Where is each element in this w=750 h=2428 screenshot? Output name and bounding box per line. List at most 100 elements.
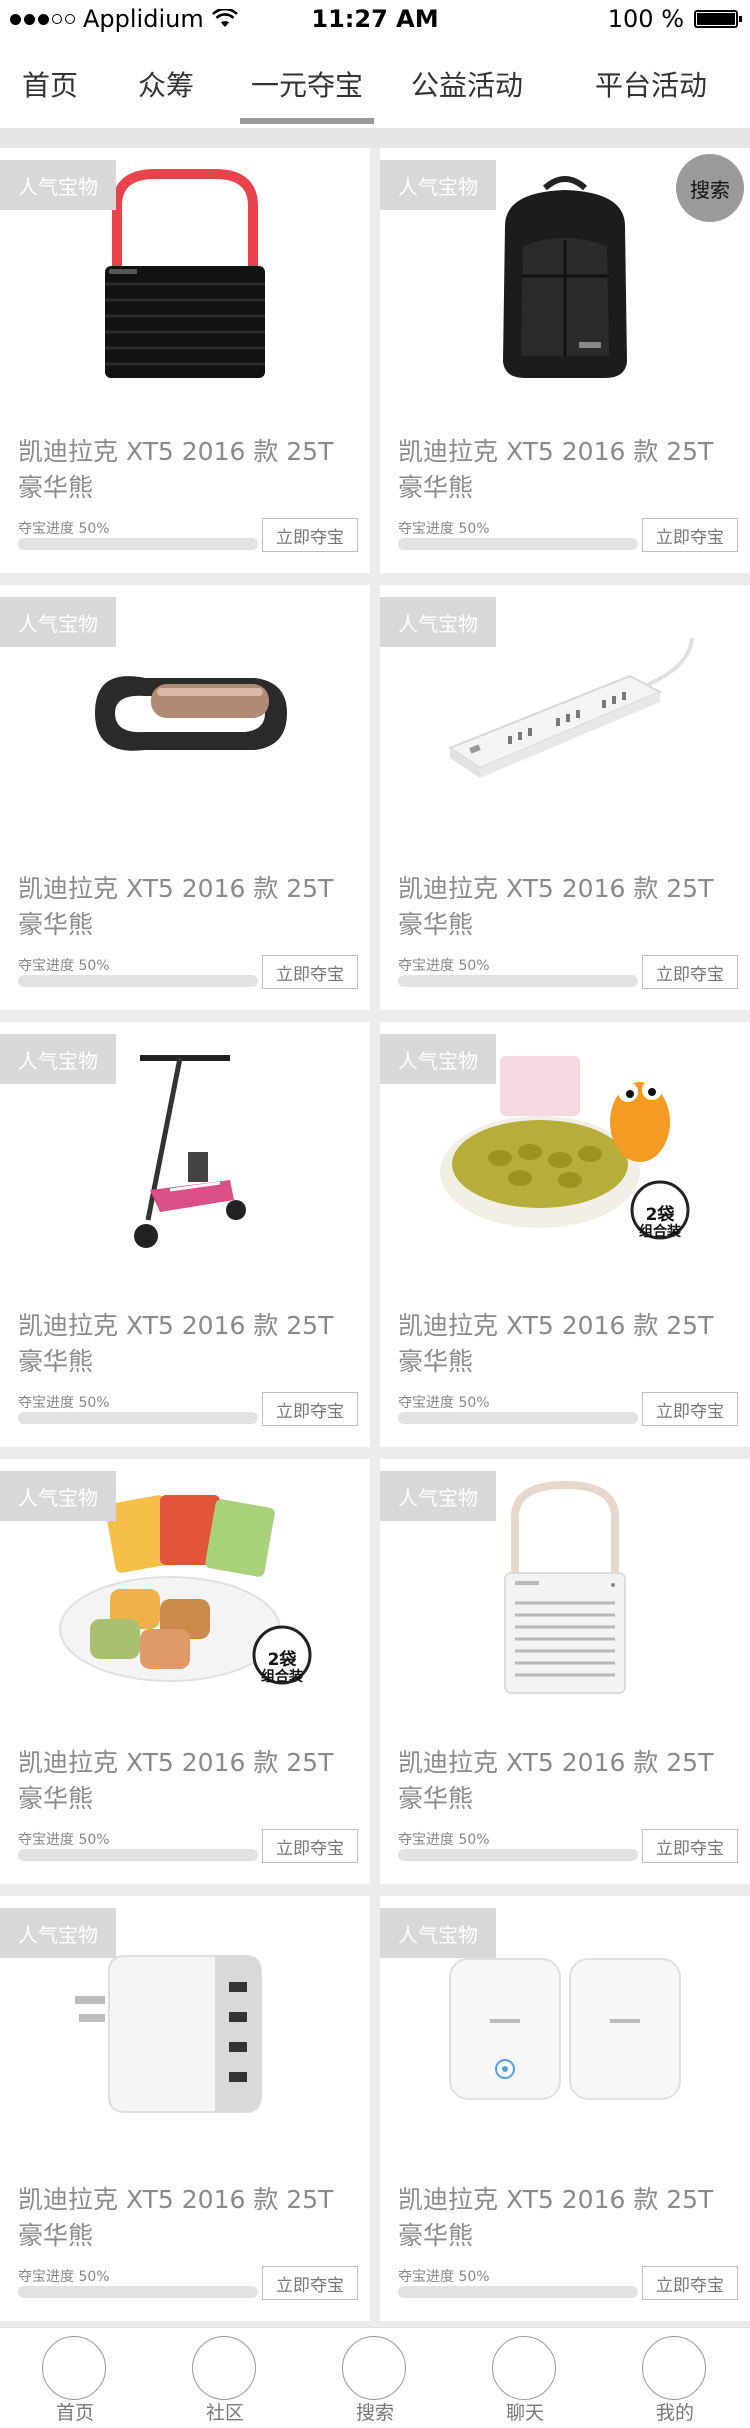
progress-fill bbox=[18, 1412, 138, 1424]
chat-icon bbox=[492, 2336, 556, 2400]
popular-tag: 人气宝物 bbox=[380, 597, 496, 647]
bottom-tab-bar: 首页 社区 搜索 聊天 我的 bbox=[0, 2327, 750, 2428]
product-title: 凯迪拉克 XT5 2016 款 25T豪华熊 bbox=[398, 874, 714, 939]
progress-label: 夺宝进度 50% bbox=[398, 521, 490, 537]
bottom-tab-community[interactable]: 社区 bbox=[150, 2328, 300, 2428]
badge-count: 2袋 bbox=[267, 1650, 297, 1670]
status-bar: Applidium 11:27 AM 100 % bbox=[0, 0, 750, 40]
progress-label: 夺宝进度 50% bbox=[18, 1395, 110, 1411]
buy-now-button[interactable]: 立即夺宝 bbox=[642, 1392, 738, 1426]
badge-text: 组合装 bbox=[639, 1224, 681, 1240]
progress-fill bbox=[18, 1849, 138, 1861]
progress-label: 夺宝进度 50% bbox=[18, 1832, 110, 1848]
product-card[interactable]: 人气宝物 凯迪拉克 XT5 2016 款 25T豪华熊 夺宝进度 50% 立即夺… bbox=[380, 1896, 750, 2321]
community-icon bbox=[192, 2336, 256, 2400]
tab-one-yuan-treasure[interactable]: 一元夺宝 bbox=[240, 40, 374, 128]
combo-badge: 2袋 组合装 bbox=[252, 1652, 312, 1686]
product-title: 凯迪拉克 XT5 2016 款 25T豪华熊 bbox=[18, 1311, 334, 1376]
tab-label: 公益活动 bbox=[410, 69, 523, 102]
product-title: 凯迪拉克 XT5 2016 款 25T豪华熊 bbox=[18, 1748, 334, 1813]
bottom-tab-label: 搜索 bbox=[355, 2402, 394, 2424]
popular-tag: 人气宝物 bbox=[380, 1908, 496, 1958]
progress-bar bbox=[18, 538, 258, 550]
product-card[interactable]: 人气宝物 凯迪拉克 XT5 2016 款 25T豪华熊 夺宝进度 50% 立即夺… bbox=[0, 1022, 370, 1447]
product-title: 凯迪拉克 XT5 2016 款 25T豪华熊 bbox=[18, 2185, 334, 2250]
bottom-tab-label: 首页 bbox=[55, 2402, 94, 2424]
buy-now-button[interactable]: 立即夺宝 bbox=[262, 1829, 358, 1863]
popular-tag: 人气宝物 bbox=[380, 1034, 496, 1084]
progress-label: 夺宝进度 50% bbox=[18, 521, 110, 537]
progress-fill bbox=[398, 1412, 518, 1424]
buy-now-button[interactable]: 立即夺宝 bbox=[262, 955, 358, 989]
product-card[interactable]: 人气宝物 凯迪拉克 XT5 2016 款 25T豪华熊 夺宝进度 50% 立即夺… bbox=[0, 148, 370, 573]
product-card[interactable]: 人气宝物 2袋 组合装 凯迪拉克 XT5 2016 款 25T豪华熊 夺宝进度 … bbox=[380, 1022, 750, 1447]
product-card[interactable]: 人气宝物 搜索 凯迪拉克 XT5 2016 款 25T豪华熊 夺宝进度 50% … bbox=[380, 148, 750, 573]
popular-tag: 人气宝物 bbox=[0, 1908, 116, 1958]
bottom-tab-search[interactable]: 搜索 bbox=[300, 2328, 450, 2428]
progress-fill bbox=[18, 975, 138, 987]
tab-label: 众筹 bbox=[137, 69, 194, 102]
bottom-tab-home[interactable]: 首页 bbox=[0, 2328, 150, 2428]
bottom-tab-profile[interactable]: 我的 bbox=[600, 2328, 750, 2428]
buy-now-button[interactable]: 立即夺宝 bbox=[642, 955, 738, 989]
product-title: 凯迪拉克 XT5 2016 款 25T豪华熊 bbox=[398, 2185, 714, 2250]
progress-label: 夺宝进度 50% bbox=[398, 2269, 490, 2285]
search-button[interactable]: 搜索 bbox=[676, 154, 744, 222]
product-card[interactable]: 人气宝物 凯迪拉克 XT5 2016 款 25T豪华熊 夺宝进度 50% 立即夺… bbox=[380, 1459, 750, 1884]
nav-divider bbox=[0, 128, 750, 148]
progress-label: 夺宝进度 50% bbox=[398, 1395, 490, 1411]
tab-home[interactable]: 首页 bbox=[0, 40, 100, 128]
tab-label: 一元夺宝 bbox=[250, 69, 363, 102]
progress-fill bbox=[18, 2286, 138, 2298]
progress-fill bbox=[398, 1849, 518, 1861]
product-card[interactable]: 人气宝物 凯迪拉克 XT5 2016 款 25T豪华熊 夺宝进度 50% 立即夺… bbox=[0, 585, 370, 1010]
battery-label: 100 % bbox=[607, 5, 684, 33]
progress-bar bbox=[18, 1412, 258, 1424]
progress-bar bbox=[18, 975, 258, 987]
buy-now-button[interactable]: 立即夺宝 bbox=[642, 518, 738, 552]
progress-label: 夺宝进度 50% bbox=[18, 2269, 110, 2285]
popular-tag: 人气宝物 bbox=[0, 1034, 116, 1084]
search-icon bbox=[342, 2336, 406, 2400]
progress-fill bbox=[398, 538, 518, 550]
tab-underline bbox=[240, 118, 374, 124]
tab-platform-events[interactable]: 平台活动 bbox=[552, 40, 750, 128]
product-title: 凯迪拉克 XT5 2016 款 25T豪华熊 bbox=[18, 437, 334, 502]
bottom-tab-label: 我的 bbox=[655, 2402, 694, 2424]
top-nav: 首页 众筹 一元夺宝 公益活动 平台活动 bbox=[0, 40, 750, 128]
buy-now-button[interactable]: 立即夺宝 bbox=[642, 1829, 738, 1863]
tab-charity[interactable]: 公益活动 bbox=[382, 40, 552, 128]
bottom-tab-chat[interactable]: 聊天 bbox=[450, 2328, 600, 2428]
progress-bar bbox=[18, 1849, 258, 1861]
status-right: 100 % bbox=[607, 5, 742, 33]
tab-label: 首页 bbox=[21, 69, 78, 102]
popular-tag: 人气宝物 bbox=[380, 160, 496, 210]
badge-count: 2袋 bbox=[645, 1205, 675, 1225]
profile-icon bbox=[642, 2336, 706, 2400]
product-card[interactable]: 人气宝物 凯迪拉克 XT5 2016 款 25T豪华熊 夺宝进度 50% 立即夺… bbox=[0, 1896, 370, 2321]
tab-crowdfunding[interactable]: 众筹 bbox=[100, 40, 232, 128]
home-icon bbox=[42, 2336, 106, 2400]
progress-fill bbox=[398, 975, 518, 987]
buy-now-button[interactable]: 立即夺宝 bbox=[262, 2266, 358, 2300]
progress-label: 夺宝进度 50% bbox=[398, 1832, 490, 1848]
buy-now-button[interactable]: 立即夺宝 bbox=[262, 1392, 358, 1426]
popular-tag: 人气宝物 bbox=[0, 160, 116, 210]
product-card[interactable]: 人气宝物 凯迪拉克 XT5 2016 款 25T豪华熊 夺宝进度 50% 立即夺… bbox=[380, 585, 750, 1010]
progress-fill bbox=[398, 2286, 518, 2298]
progress-bar bbox=[398, 1849, 638, 1861]
combo-badge: 2袋 组合装 bbox=[630, 1207, 690, 1241]
product-card[interactable]: 人气宝物 2袋 组合装 凯迪拉克 XT5 2016 款 25T豪华熊 夺宝进度 … bbox=[0, 1459, 370, 1884]
progress-bar bbox=[18, 2286, 258, 2298]
progress-bar bbox=[398, 1412, 638, 1424]
progress-bar bbox=[398, 2286, 638, 2298]
progress-label: 夺宝进度 50% bbox=[398, 958, 490, 974]
bottom-tab-label: 社区 bbox=[205, 2402, 244, 2424]
progress-bar bbox=[398, 538, 638, 550]
buy-now-button[interactable]: 立即夺宝 bbox=[262, 518, 358, 552]
buy-now-button[interactable]: 立即夺宝 bbox=[642, 2266, 738, 2300]
badge-text: 组合装 bbox=[261, 1669, 303, 1685]
progress-fill bbox=[18, 538, 138, 550]
progress-label: 夺宝进度 50% bbox=[18, 958, 110, 974]
bottom-tab-label: 聊天 bbox=[505, 2402, 544, 2424]
